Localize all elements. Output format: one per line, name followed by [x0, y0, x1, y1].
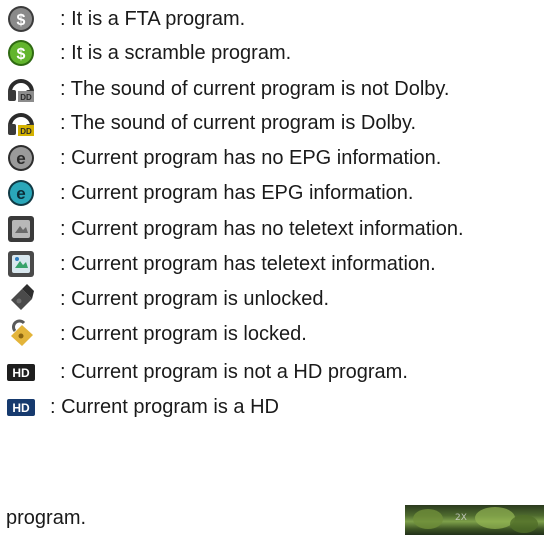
svg-text:$: $ [17, 12, 26, 29]
legend-text-dolby: : The sound of current program is Dolby. [60, 112, 417, 134]
unlocked-icon [6, 284, 36, 314]
epg-on-icon: e [6, 178, 36, 208]
legend-text-unlocked: : Current program is unlocked. [60, 288, 330, 310]
tv-screen-thumbnail: 2X [405, 505, 544, 535]
legend-text-scramble: : It is a scramble program. [60, 42, 292, 64]
svg-text:DD: DD [20, 93, 32, 102]
legend-text-epg: : Current program has EPG information. [60, 182, 414, 204]
legend-text-hd: : Current program is a HD [50, 396, 279, 418]
legend-text-locked: : Current program is locked. [60, 323, 307, 345]
svg-text:e: e [16, 149, 25, 168]
legend-text-not-hd: : Current program is not a HD program. [60, 361, 408, 383]
teletext-on-icon [6, 249, 36, 279]
thumbnail-label: 2X [455, 513, 467, 523]
scramble-dollar-green-icon: $ [6, 38, 36, 68]
legend-text-no-teletext: : Current program has no teletext inform… [60, 218, 464, 240]
svg-text:$: $ [17, 46, 26, 63]
svg-text:HD: HD [12, 401, 30, 415]
dolby-off-headphone-icon: DD [6, 74, 36, 104]
hd-on-icon: HD [6, 392, 36, 422]
dolby-on-headphone-icon: DD [6, 108, 36, 138]
epg-off-icon: e [6, 143, 36, 173]
legend-text-fta: : It is a FTA program. [60, 8, 246, 30]
svg-text:HD: HD [12, 366, 30, 380]
svg-text:e: e [16, 184, 25, 203]
legend-text-teletext: : Current program has teletext informati… [60, 253, 436, 275]
locked-icon [6, 319, 36, 349]
hd-off-icon: HD [6, 357, 36, 387]
svg-text:DD: DD [20, 127, 32, 136]
legend-text-hd-continuation: program. [6, 507, 87, 529]
fta-dollar-gray-icon: $ [6, 4, 36, 34]
legend-text-no-epg: : Current program has no EPG information… [60, 147, 442, 169]
teletext-off-icon [6, 214, 36, 244]
legend-text-not-dolby: : The sound of current program is not Do… [60, 78, 450, 100]
